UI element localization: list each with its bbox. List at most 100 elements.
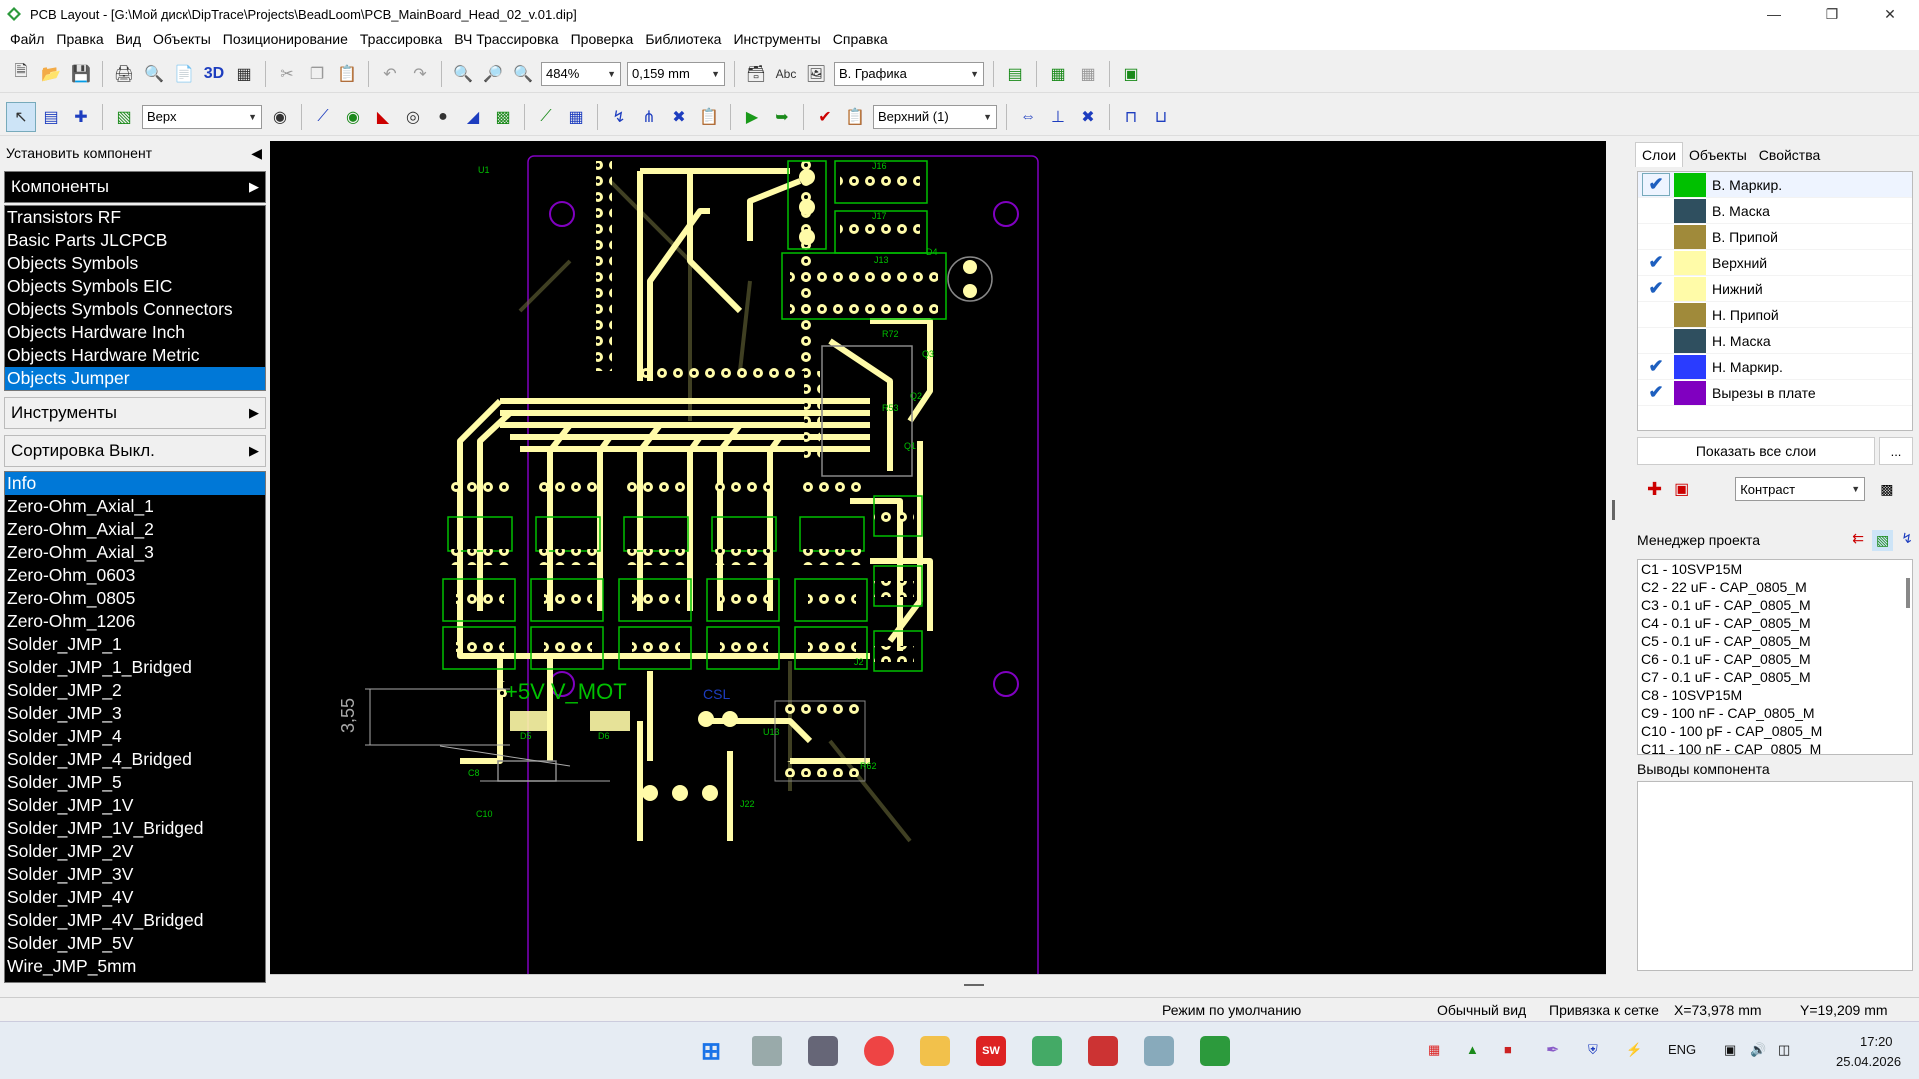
sort-dropdown[interactable]: Сортировка Выкл. ▶ bbox=[4, 435, 266, 467]
drc-check-icon[interactable]: ✔ bbox=[810, 102, 840, 132]
components-icon[interactable]: ▦ bbox=[1043, 59, 1073, 89]
list-item[interactable]: C2 - 22 uF - CAP_0805_M bbox=[1638, 578, 1912, 596]
more-button[interactable]: ... bbox=[1879, 437, 1913, 465]
tools-dropdown[interactable]: Инструменты ▶ bbox=[4, 397, 266, 429]
trace-tune-icon[interactable]: ⇔ bbox=[1013, 102, 1043, 132]
print-preview-icon[interactable]: 🔍 bbox=[139, 59, 169, 89]
document-icon[interactable]: 📄 bbox=[169, 59, 199, 89]
via-tool-icon[interactable]: ◎ bbox=[398, 102, 428, 132]
copy-icon[interactable]: ❐ bbox=[302, 59, 332, 89]
maximize-button[interactable]: ❐ bbox=[1803, 0, 1861, 28]
list-item[interactable]: Zero-Ohm_0805 bbox=[5, 587, 265, 610]
new-file-icon[interactable]: 🗎 bbox=[6, 59, 36, 89]
layer-color-swatch[interactable] bbox=[1674, 328, 1706, 353]
list-item[interactable]: Solder_JMP_1 bbox=[5, 633, 265, 656]
panels-icon[interactable]: ▦ bbox=[229, 59, 259, 89]
checkbox-icon[interactable]: ✔ bbox=[1638, 278, 1674, 299]
list-item[interactable]: Solder_JMP_1V bbox=[5, 794, 265, 817]
menu-tools[interactable]: Инструменты bbox=[727, 31, 826, 47]
layer-pair-select[interactable]: Верхний (1) ▼ bbox=[873, 104, 997, 129]
list-item[interactable]: Zero-Ohm_0603 bbox=[5, 564, 265, 587]
solidworks-icon[interactable]: SW bbox=[976, 1036, 1006, 1066]
layer-color-swatch[interactable] bbox=[1674, 380, 1706, 405]
canvas-horizontal-scrollbar[interactable] bbox=[270, 974, 1606, 994]
list-item[interactable]: Solder_JMP_4_Bridged bbox=[5, 748, 265, 771]
chip-icon[interactable]: ▧ bbox=[109, 102, 139, 132]
polygon-tool-icon[interactable]: ◢ bbox=[458, 102, 488, 132]
clock-date[interactable]: 25.04.2026 bbox=[1836, 1054, 1901, 1069]
language-indicator[interactable]: ENG bbox=[1668, 1042, 1696, 1057]
arc-tool-icon[interactable]: ◣ bbox=[368, 102, 398, 132]
diptrace-icon[interactable] bbox=[1200, 1036, 1230, 1066]
layer-row[interactable]: ✔ Н. Маркир. bbox=[1638, 354, 1912, 380]
cut-icon[interactable]: ✂ bbox=[272, 59, 302, 89]
pad-tool-icon[interactable]: ◉ bbox=[338, 102, 368, 132]
components-dropdown[interactable]: Компоненты ▶ bbox=[4, 171, 266, 203]
tray-red-icon[interactable]: ■ bbox=[1504, 1042, 1512, 1057]
status-snap[interactable]: Привязка к сетке bbox=[1549, 1002, 1659, 1018]
list-item[interactable]: C10 - 100 pF - CAP_0805_M bbox=[1638, 722, 1912, 740]
app-icon[interactable] bbox=[1032, 1036, 1062, 1066]
print-icon[interactable]: 🖨 bbox=[109, 59, 139, 89]
list-item[interactable]: C5 - 0.1 uF - CAP_0805_M bbox=[1638, 632, 1912, 650]
minimize-button[interactable]: — bbox=[1745, 0, 1803, 28]
nets-view-icon[interactable]: ↯ bbox=[1901, 530, 1913, 551]
list-item[interactable]: Objects Symbols bbox=[5, 252, 265, 275]
menu-help[interactable]: Справка bbox=[827, 31, 894, 47]
list-item[interactable]: C8 - 10SVP15M bbox=[1638, 686, 1912, 704]
chrome-icon[interactable] bbox=[864, 1036, 894, 1066]
route-branch-icon[interactable]: ⋔ bbox=[634, 102, 664, 132]
menu-objects[interactable]: Объекты bbox=[147, 31, 217, 47]
layer-row[interactable]: ✔ Нижний bbox=[1638, 276, 1912, 302]
layer-row[interactable]: ✔ В. Маркир. bbox=[1638, 172, 1912, 198]
zoom-fit-icon[interactable]: 🔍 bbox=[508, 59, 538, 89]
list-item[interactable]: C9 - 100 nF - CAP_0805_M bbox=[1638, 704, 1912, 722]
crosshair-icon[interactable]: ✚ bbox=[66, 102, 96, 132]
binoculars-icon[interactable]: ◉ bbox=[265, 102, 295, 132]
drive-icon[interactable]: ▲ bbox=[1466, 1042, 1479, 1057]
calculator-icon[interactable] bbox=[808, 1036, 838, 1066]
layer-color-swatch[interactable] bbox=[1674, 172, 1706, 197]
list-item[interactable]: Objects Hardware Inch bbox=[5, 321, 265, 344]
scrollbar-thumb[interactable] bbox=[964, 984, 984, 986]
list-item[interactable]: Info bbox=[5, 472, 265, 495]
pcb-canvas[interactable]: 3,55 U1 J16 J17 J13 D4 R72 Q3 Q2 Q1 R53 … bbox=[270, 141, 1606, 974]
layer-row[interactable]: В. Маска bbox=[1638, 198, 1912, 224]
task-view-icon[interactable] bbox=[752, 1036, 782, 1066]
grid-select[interactable]: 0,159 mm ▼ bbox=[627, 61, 725, 86]
panel-splitter[interactable] bbox=[1612, 500, 1615, 520]
tab-properties[interactable]: Свойства bbox=[1753, 143, 1826, 167]
list-item[interactable]: Solder_JMP_4 bbox=[5, 725, 265, 748]
list-item[interactable]: C1 - 10SVP15M bbox=[1638, 560, 1912, 578]
tray-app-icon[interactable]: ▦ bbox=[1428, 1042, 1440, 1058]
pm-scrollbar[interactable] bbox=[1906, 578, 1910, 608]
image-tool-icon[interactable]: ▩ bbox=[488, 102, 518, 132]
list-item[interactable]: Zero-Ohm_Axial_1 bbox=[5, 495, 265, 518]
list-item[interactable]: Zero-Ohm_Axial_2 bbox=[5, 518, 265, 541]
volume-icon[interactable]: 🔊 bbox=[1750, 1042, 1766, 1058]
checkbox-icon[interactable]: ✔ bbox=[1642, 173, 1670, 196]
components-disabled-icon[interactable]: ▦ bbox=[1073, 59, 1103, 89]
menu-file[interactable]: Файл bbox=[4, 31, 50, 47]
zoom-select[interactable]: 484% ▼ bbox=[541, 61, 621, 86]
layer-select[interactable]: Верх ▼ bbox=[142, 104, 262, 129]
network-icon[interactable]: ▣ bbox=[1724, 1042, 1736, 1058]
list-item[interactable]: Zero-Ohm_1206 bbox=[5, 610, 265, 633]
run-autoroute-icon[interactable]: ▶ bbox=[737, 102, 767, 132]
file-explorer-icon[interactable] bbox=[920, 1036, 950, 1066]
route-copy-icon[interactable]: 📋 bbox=[694, 102, 724, 132]
board-icon[interactable]: ▤ bbox=[1000, 59, 1030, 89]
menu-verification[interactable]: Проверка bbox=[565, 31, 640, 47]
paste-icon[interactable]: 📋 bbox=[332, 59, 362, 89]
undo-icon[interactable]: ↶ bbox=[375, 59, 405, 89]
table-tool-icon[interactable]: ▦ bbox=[561, 102, 591, 132]
trace-branch-icon[interactable]: ⊥ bbox=[1043, 102, 1073, 132]
layer-row[interactable]: Н. Припой bbox=[1638, 302, 1912, 328]
collapse-left-icon[interactable]: ◀ bbox=[251, 145, 262, 162]
place-component-header[interactable]: Установить компонент ◀ bbox=[0, 139, 270, 167]
bluetooth-icon[interactable]: ⚡ bbox=[1626, 1042, 1642, 1058]
list-item[interactable]: C6 - 0.1 uF - CAP_0805_M bbox=[1638, 650, 1912, 668]
list-item[interactable]: Objects Symbols Connectors bbox=[5, 298, 265, 321]
unroute-icon[interactable]: ✖ bbox=[664, 102, 694, 132]
layer-color-swatch[interactable] bbox=[1674, 224, 1706, 249]
